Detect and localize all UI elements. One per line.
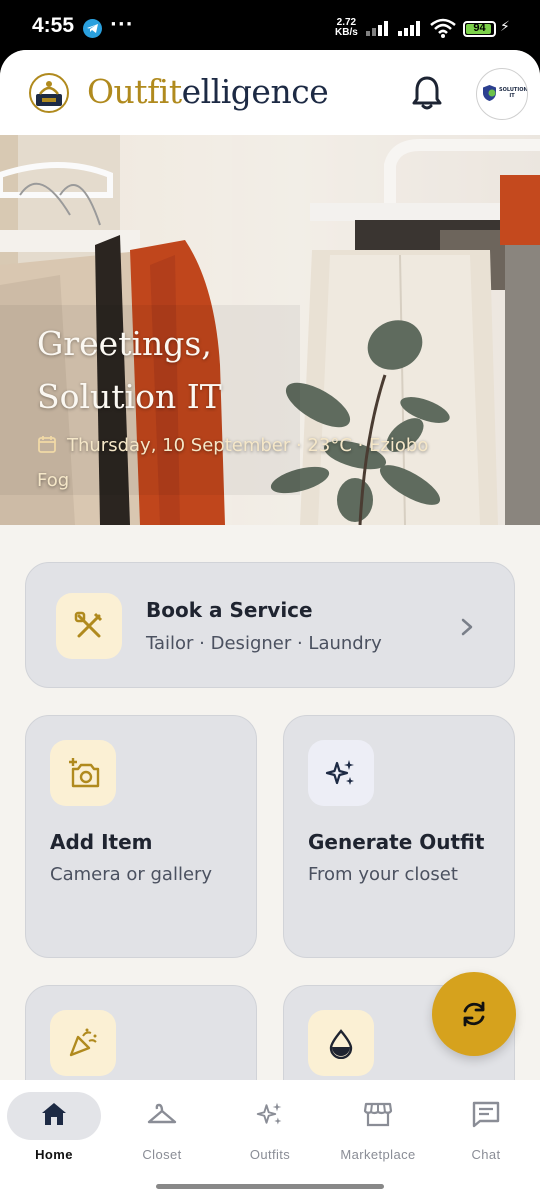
generate-outfit-card[interactable]: Generate Outfit From your closet [283, 715, 515, 958]
signal-icon [398, 20, 424, 36]
battery-icon: 94 [463, 21, 496, 37]
nav-item-marketplace[interactable]: Marketplace [324, 1080, 432, 1176]
book-service-card[interactable]: Book a Service Tailor · Designer · Laund… [25, 562, 515, 688]
home-indicator[interactable] [156, 1184, 384, 1189]
nav-label-chat: Chat [471, 1147, 501, 1162]
shield-icon [483, 85, 496, 101]
event-icon-tile [50, 1010, 116, 1076]
profile-avatar[interactable]: SOLUTION IT [476, 68, 528, 120]
chat-icon [472, 1101, 500, 1128]
app-title-part2: elligence [181, 72, 329, 111]
nav-item-closet[interactable]: Closet [108, 1080, 216, 1176]
status-time: 4:55 [32, 14, 75, 37]
signal-icon [366, 20, 392, 36]
date-weather-info: Thursday, 10 September · 23°C · Eziobo F… [37, 428, 437, 498]
app-header: Outfitelligence SOLUTION IT [0, 50, 540, 135]
brand-logo [29, 73, 69, 113]
book-service-subtitle: Tailor · Designer · Laundry [146, 633, 382, 654]
sparkles-icon [256, 1102, 282, 1125]
speed-unit: KB/s [335, 27, 358, 38]
add-item-subtitle: Camera or gallery [50, 864, 213, 885]
hero-banner: Greetings, Solution IT Thursday, 10 Sept… [0, 135, 540, 525]
add-item-title: Add Item [50, 830, 153, 854]
home-icon [42, 1103, 66, 1125]
app-title: Outfitelligence [87, 72, 329, 111]
tools-icon [74, 611, 103, 638]
nav-label-closet: Closet [142, 1147, 182, 1162]
sync-icon [463, 1001, 485, 1027]
add-item-icon-tile [50, 740, 116, 806]
chevron-right-icon [461, 618, 473, 636]
wifi-icon [430, 18, 456, 38]
hanger-icon [147, 1103, 177, 1124]
bottom-navigation: Home Closet Outfits Marketplace Chat [0, 1080, 540, 1200]
generate-outfit-title: Generate Outfit [308, 830, 485, 854]
drop-icon [329, 1029, 353, 1059]
book-service-icon-tile [56, 593, 122, 659]
nav-item-chat[interactable]: Chat [432, 1080, 540, 1176]
notification-bell-icon[interactable] [411, 75, 443, 111]
telegram-icon [83, 19, 102, 38]
charging-icon: ⚡ [500, 19, 510, 35]
app-title-part1: Outfit [87, 72, 182, 111]
book-service-title: Book a Service [146, 598, 313, 622]
app-screen: Outfitelligence SOLUTION IT Greetings, S… [0, 50, 540, 1200]
calendar-icon [38, 436, 56, 453]
nav-item-outfits[interactable]: Outfits [216, 1080, 324, 1176]
camera-add-icon [69, 758, 100, 788]
avatar-text: SOLUTION IT [499, 87, 528, 99]
store-icon [363, 1102, 393, 1127]
add-item-card[interactable]: Add Item Camera or gallery [25, 715, 257, 958]
nav-item-home[interactable]: Home [0, 1080, 108, 1176]
nav-label-marketplace: Marketplace [340, 1147, 416, 1162]
overflow-dots-icon: ··· [110, 14, 134, 35]
greeting-line2: Solution IT [37, 377, 222, 416]
party-popper-icon [69, 1028, 97, 1057]
greeting-line1: Greetings, [37, 324, 212, 363]
greeting-heading: Greetings, Solution IT [37, 317, 337, 423]
sparkles-icon [325, 760, 354, 785]
nav-label-outfits: Outfits [249, 1147, 291, 1162]
sync-fab-button[interactable] [432, 972, 516, 1056]
network-speed: 2.72 KB/s [335, 18, 358, 38]
date-weather-line2: Fog [37, 470, 70, 491]
nav-label-home: Home [35, 1147, 73, 1162]
date-weather-line1: Thursday, 10 September · 23°C · Eziobo [67, 435, 429, 456]
generate-outfit-icon-tile [308, 740, 374, 806]
generate-outfit-subtitle: From your closet [308, 864, 458, 885]
care-icon-tile [308, 1010, 374, 1076]
battery-percent: 94 [473, 22, 486, 34]
